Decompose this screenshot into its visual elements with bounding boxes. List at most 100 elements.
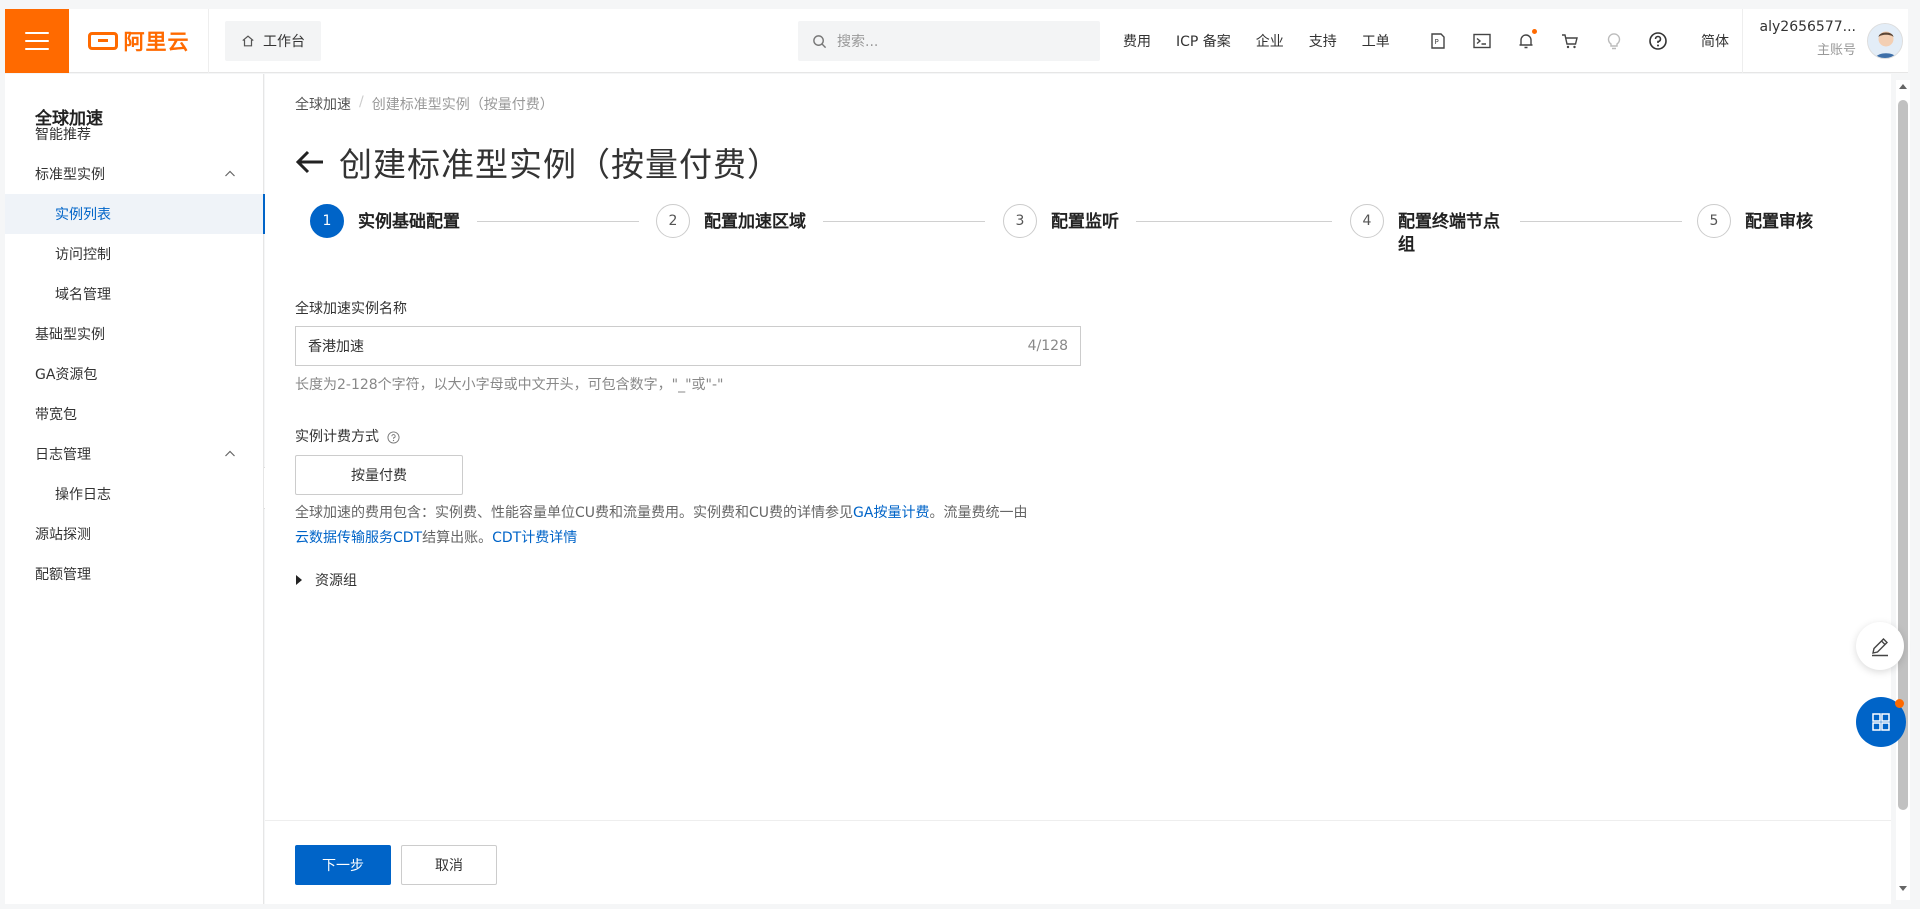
cart-icon[interactable] bbox=[1560, 31, 1580, 51]
workbench-label: 工作台 bbox=[263, 33, 305, 50]
billing-desc-text: 全球加速的费用包含：实例费、性能容量单位CU费和流量费用。实例费和CU费的详情参… bbox=[295, 505, 854, 521]
aliyun-logo[interactable]: 阿里云 bbox=[69, 8, 209, 73]
instance-name-label: 全球加速实例名称 bbox=[295, 301, 407, 317]
sidebar-item-label: 域名管理 bbox=[55, 287, 111, 303]
workbench-button[interactable]: 工作台 bbox=[225, 20, 321, 61]
step-label: 配置监听 bbox=[1051, 212, 1119, 232]
sidebar-item-origin-probe[interactable]: 源站探测 bbox=[5, 514, 264, 554]
sidebar-item-label: 操作日志 bbox=[55, 487, 111, 503]
search-placeholder: 搜索... bbox=[837, 34, 879, 50]
avatar[interactable] bbox=[1867, 23, 1903, 59]
sidebar-item-basic-instance[interactable]: 基础型实例 bbox=[5, 314, 264, 354]
top-links: 费用 ICP 备案 企业 支持 工单 bbox=[1123, 9, 1415, 73]
scroll-up-arrow-icon[interactable] bbox=[1899, 84, 1907, 89]
chevron-up-icon bbox=[225, 170, 235, 177]
top-link-icp[interactable]: ICP 备案 bbox=[1176, 31, 1231, 51]
sidebar-item-instance-list[interactable]: 实例列表 bbox=[5, 194, 265, 234]
page-title: 创建标准型实例（按量付费） bbox=[295, 138, 781, 186]
sidebar-item-bandwidth-package[interactable]: 带宽包 bbox=[5, 394, 264, 434]
step-label: 实例基础配置 bbox=[358, 212, 460, 232]
sidebar-item-quota-management[interactable]: 配额管理 bbox=[5, 554, 264, 594]
step-connector bbox=[1136, 221, 1332, 222]
sidebar-item-label: 实例列表 bbox=[55, 207, 111, 223]
sidebar-item-ga-package[interactable]: GA资源包 bbox=[5, 354, 264, 394]
search-icon bbox=[813, 34, 827, 48]
cancel-button[interactable]: 取消 bbox=[401, 845, 497, 885]
breadcrumb-root-link[interactable]: 全球加速 bbox=[295, 94, 351, 114]
step-number: 5 bbox=[1697, 204, 1731, 238]
step-number: 4 bbox=[1350, 204, 1384, 238]
sidebar-item-label: GA资源包 bbox=[35, 367, 98, 383]
sidebar-item-label: 配额管理 bbox=[35, 567, 91, 583]
scroll-down-arrow-icon[interactable] bbox=[1899, 886, 1907, 891]
sidebar-item-label: 源站探测 bbox=[35, 527, 91, 543]
home-icon bbox=[242, 34, 254, 46]
step-1: 1 实例基础配置 bbox=[310, 204, 460, 238]
user-role: 主账号 bbox=[1816, 43, 1856, 58]
step-number: 2 bbox=[656, 204, 690, 238]
step-number: 3 bbox=[1003, 204, 1037, 238]
feedback-edit-button[interactable] bbox=[1856, 622, 1904, 670]
step-label: 配置加速区域 bbox=[704, 212, 806, 232]
sidebar-item-operation-log[interactable]: 操作日志 bbox=[5, 474, 264, 514]
grid-icon bbox=[1872, 713, 1890, 731]
top-link-ticket[interactable]: 工单 bbox=[1362, 31, 1390, 51]
sidebar-item-label: 标准型实例 bbox=[35, 167, 105, 183]
top-link-support[interactable]: 支持 bbox=[1309, 31, 1337, 51]
search-input[interactable]: 搜索... bbox=[798, 21, 1100, 61]
step-progress: 1 实例基础配置 2 配置加速区域 3 配置监听 4 配置终端节点组 5 配置审… bbox=[310, 204, 1850, 264]
bell-icon[interactable] bbox=[1516, 29, 1537, 51]
resource-group-toggle[interactable]: 资源组 bbox=[295, 570, 357, 590]
step-4: 4 配置终端节点组 bbox=[1350, 204, 1513, 257]
user-account[interactable]: aly2656577... 主账号 bbox=[1756, 19, 1856, 58]
sidebar-item-log-management[interactable]: 日志管理 bbox=[5, 434, 264, 474]
cdt-service-link[interactable]: 云数据传输服务CDT bbox=[295, 530, 422, 546]
step-2: 2 配置加速区域 bbox=[656, 204, 806, 238]
scrollbar[interactable] bbox=[1896, 80, 1910, 900]
language-switch[interactable]: 简体 bbox=[1701, 9, 1729, 73]
apps-float-button[interactable] bbox=[1856, 697, 1906, 747]
step-number: 1 bbox=[310, 204, 344, 238]
menu-button[interactable] bbox=[5, 8, 69, 73]
terminal-icon[interactable] bbox=[1472, 31, 1492, 51]
step-label: 配置终端节点组 bbox=[1398, 212, 1500, 255]
char-counter: 4/128 bbox=[1027, 338, 1068, 354]
notification-dot bbox=[1532, 29, 1537, 34]
top-link-billing[interactable]: 费用 bbox=[1123, 31, 1151, 51]
instance-name-value: 香港加速 bbox=[308, 339, 364, 355]
sidebar-item-smart-recommend[interactable]: 智能推荐 bbox=[5, 114, 264, 154]
sidebar-item-label: 访问控制 bbox=[55, 247, 111, 263]
footer-action-bar: 下一步 取消 bbox=[265, 820, 1891, 904]
step-3: 3 配置监听 bbox=[1003, 204, 1119, 238]
bulb-icon[interactable] bbox=[1604, 31, 1624, 51]
billing-method-option[interactable]: 按量付费 bbox=[295, 455, 463, 495]
top-link-enterprise[interactable]: 企业 bbox=[1256, 31, 1284, 51]
chevron-up-icon bbox=[225, 450, 235, 457]
cdt-billing-details-link[interactable]: CDT计费详情 bbox=[492, 530, 577, 546]
logo-text: 阿里云 bbox=[123, 29, 190, 54]
help-icon[interactable] bbox=[1648, 31, 1668, 51]
breadcrumb: 全球加速 / 创建标准型实例（按量付费） bbox=[295, 94, 554, 114]
step-connector bbox=[477, 221, 639, 222]
next-step-button[interactable]: 下一步 bbox=[295, 845, 391, 885]
step-connector bbox=[823, 221, 985, 222]
sidebar-item-access-control[interactable]: 访问控制 bbox=[5, 234, 264, 274]
sidebar-item-label: 智能推荐 bbox=[35, 127, 91, 143]
pencil-icon bbox=[1872, 638, 1888, 657]
back-arrow-icon[interactable] bbox=[295, 149, 325, 175]
notification-dot bbox=[1895, 699, 1904, 708]
step-5: 5 配置审核 bbox=[1697, 204, 1813, 238]
api-icon[interactable]: P bbox=[1428, 31, 1448, 51]
instance-name-hint: 长度为2-128个字符，以大小字母或中文开头，可包含数字，"_"或"-" bbox=[295, 377, 724, 393]
sidebar-item-label: 日志管理 bbox=[35, 447, 91, 463]
sidebar-item-label: 基础型实例 bbox=[35, 327, 105, 343]
sidebar-item-domain-management[interactable]: 域名管理 bbox=[5, 274, 264, 314]
sidebar-item-standard-instance[interactable]: 标准型实例 bbox=[5, 154, 264, 194]
instance-name-input[interactable]: 香港加速 4/128 bbox=[295, 326, 1081, 366]
billing-desc-text: 。流量费统一由 bbox=[929, 505, 1028, 521]
billing-description: 全球加速的费用包含：实例费、性能容量单位CU费和流量费用。实例费和CU费的详情参… bbox=[295, 501, 1115, 551]
billing-method-label: 实例计费方式 bbox=[295, 426, 400, 446]
help-circle-icon[interactable] bbox=[387, 430, 400, 444]
ga-billing-link[interactable]: GA按量计费 bbox=[853, 505, 929, 521]
page-title-text: 创建标准型实例（按量付费） bbox=[339, 145, 781, 184]
